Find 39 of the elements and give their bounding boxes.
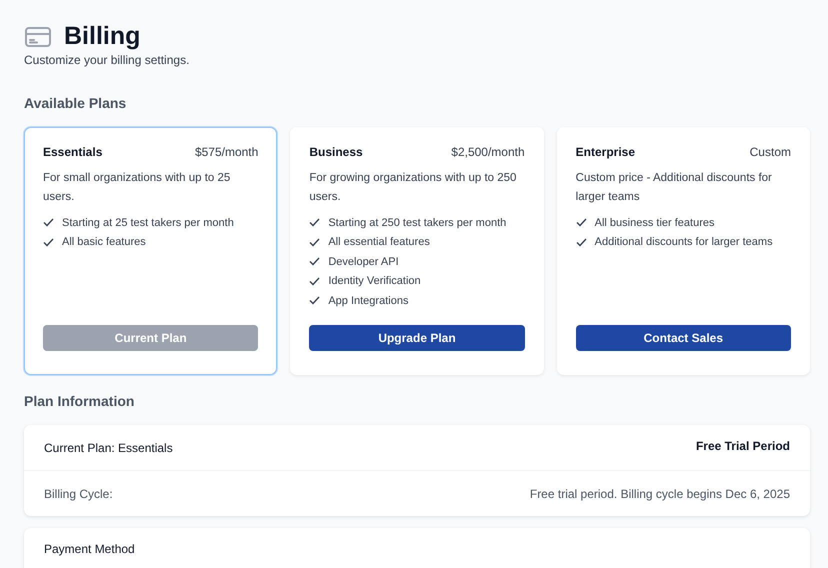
check-icon	[309, 276, 320, 286]
plan-name: Essentials	[43, 145, 102, 159]
billing-cycle-label: Billing Cycle:	[44, 486, 113, 500]
plan-price: $575/month	[194, 145, 258, 159]
payment-method-title: Payment Method	[44, 542, 135, 556]
section-heading: Plan Information	[24, 393, 134, 409]
check-icon	[309, 296, 320, 306]
check-icon	[309, 218, 320, 228]
check-icon	[43, 218, 54, 228]
section-heading: Available Plans	[24, 95, 126, 111]
plan-description: For growing organizations with up to 250 users.	[309, 171, 518, 205]
feature-text: All basic features	[62, 236, 146, 248]
current-plan-label: Current Plan: Essentials	[44, 440, 173, 454]
plan-description: Custom price - Additional discounts for larger teams	[576, 171, 773, 205]
plan-action-button[interactable]: Upgrade Plan	[309, 325, 525, 351]
check-icon	[43, 238, 54, 247]
check-icon	[309, 257, 320, 266]
feature-text: Starting at 25 test takers per month	[62, 216, 234, 229]
check-icon	[576, 218, 587, 228]
credit-card-icon	[24, 26, 52, 48]
plan-description: For small organizations with up to 25 users.	[43, 171, 232, 205]
page-subtitle: Customize your billing settings.	[24, 53, 190, 67]
feature-text: Developer API	[328, 256, 399, 268]
check-icon	[576, 238, 587, 247]
feature-text: All essential features	[328, 236, 430, 248]
billing-cycle-value: Free trial period. Billing cycle begins Dec 6, 2025	[530, 486, 790, 500]
feature-text: App Integrations	[328, 294, 408, 307]
plan-name: Business	[309, 145, 363, 159]
feature-text: Additional discounts for larger teams	[594, 236, 773, 248]
plan-action-button[interactable]: Contact Sales	[576, 325, 791, 351]
feature-text: Starting at 250 test takers per month	[328, 216, 506, 229]
plan-price: Custom	[750, 145, 791, 159]
plan-price: $2,500/month	[451, 145, 525, 159]
check-icon	[309, 238, 320, 247]
feature-text: All business tier features	[594, 216, 714, 229]
feature-text: Identity Verification	[328, 275, 421, 288]
plan-name: Enterprise	[576, 145, 636, 159]
page-title: Billing	[64, 22, 140, 51]
plan-status: Free Trial Period	[696, 439, 790, 453]
